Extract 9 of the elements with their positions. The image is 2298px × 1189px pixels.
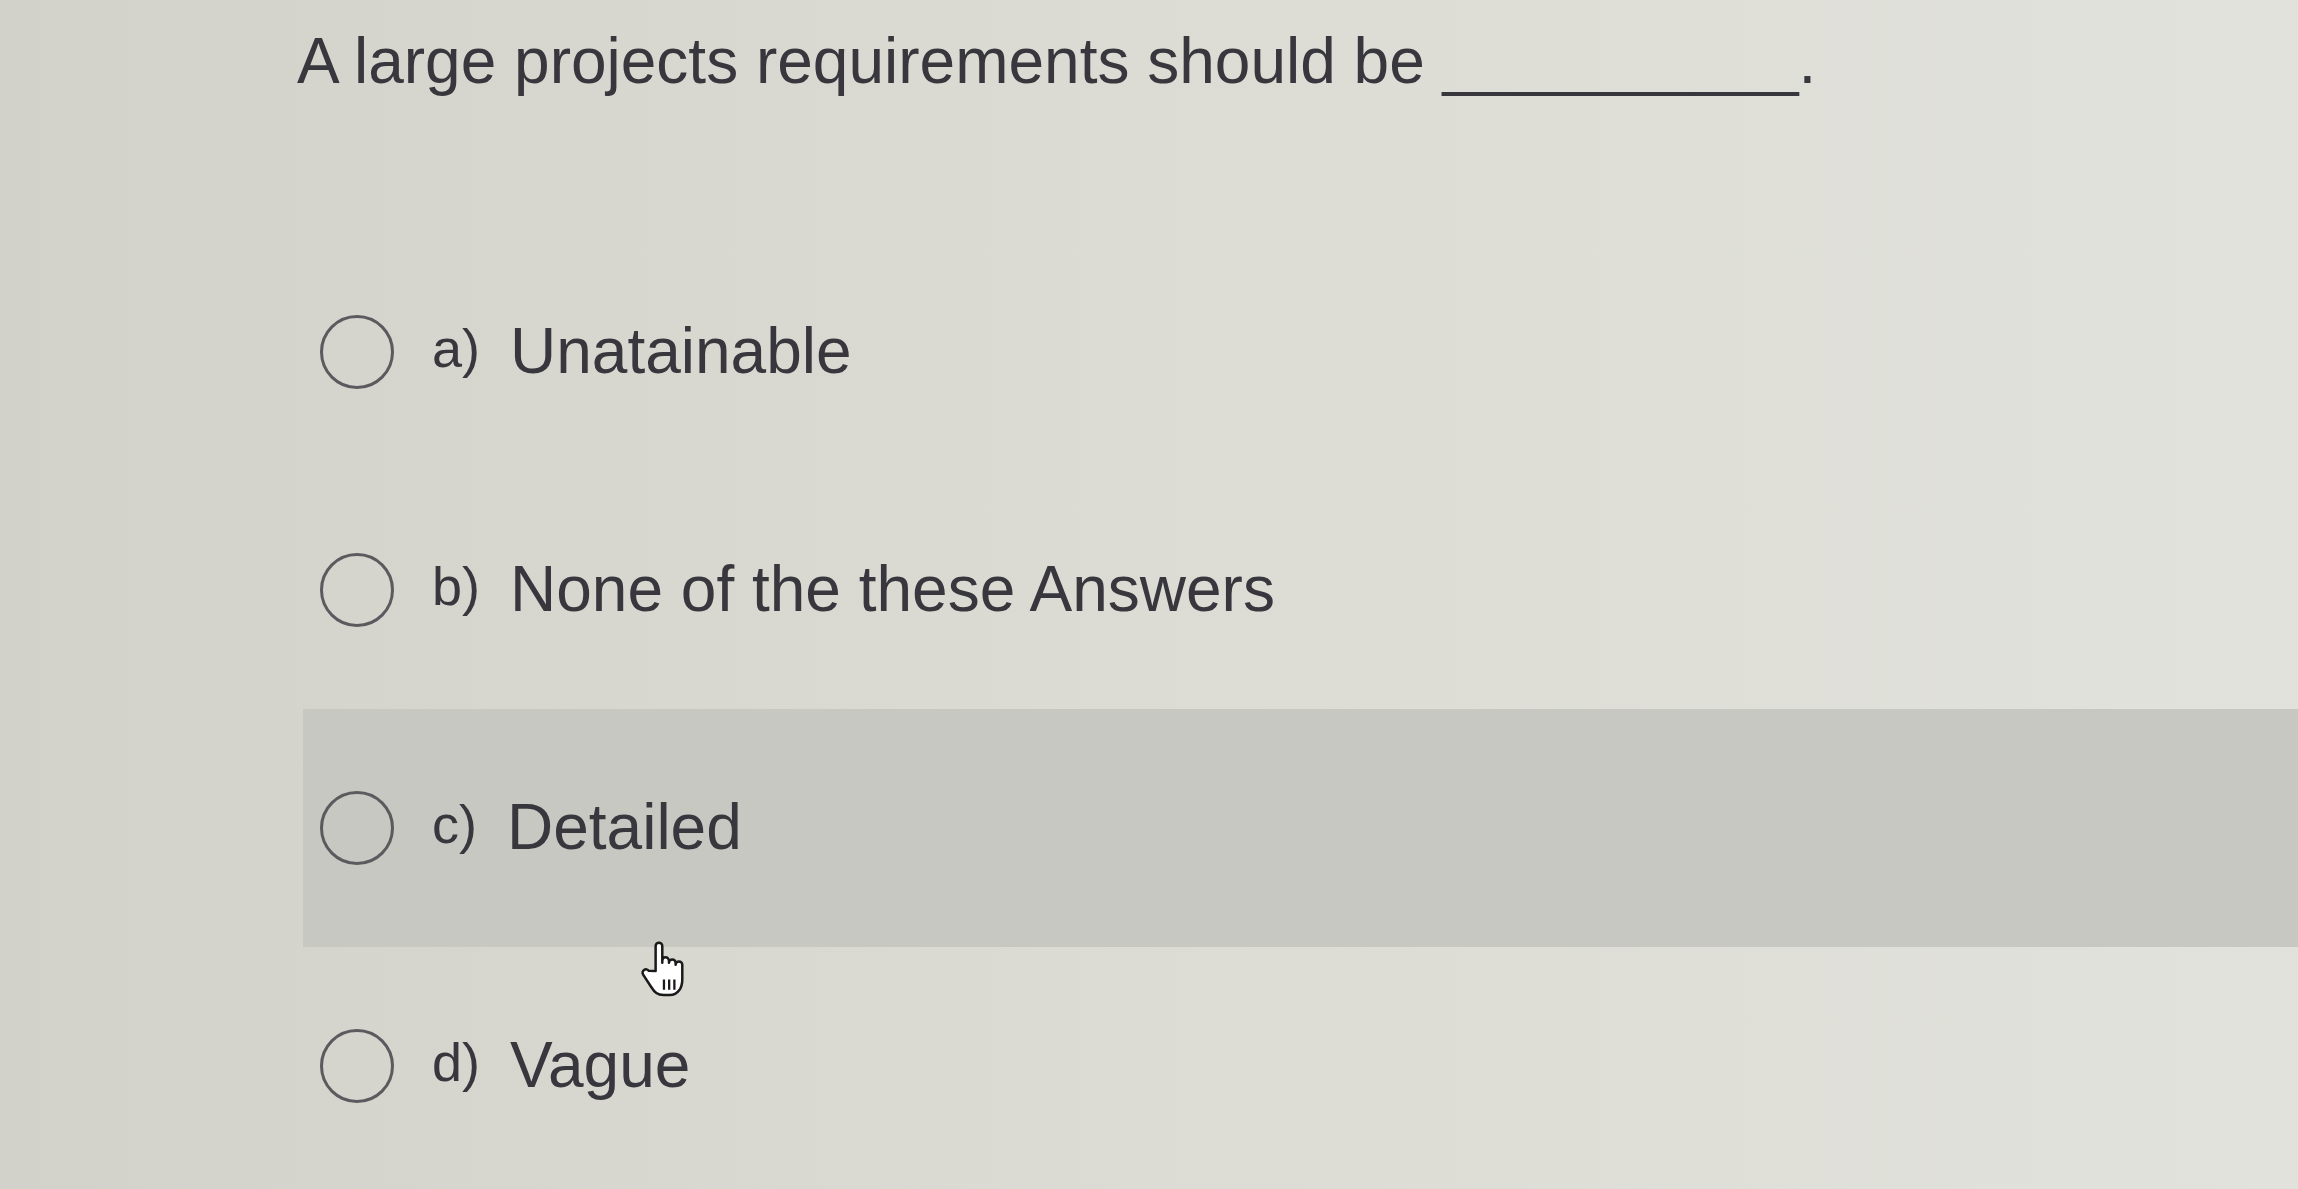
option-label: Detailed [507,790,742,865]
option-label: Vague [510,1028,691,1103]
radio-button[interactable] [320,552,394,627]
option-label: Unatainable [510,314,852,389]
question-text: A large projects requirements should be __________. [297,25,1817,99]
radio-button[interactable] [320,790,394,865]
option-label: None of the these Answers [510,552,1275,627]
radio-button[interactable] [320,1028,394,1103]
radio-button[interactable] [320,314,394,389]
